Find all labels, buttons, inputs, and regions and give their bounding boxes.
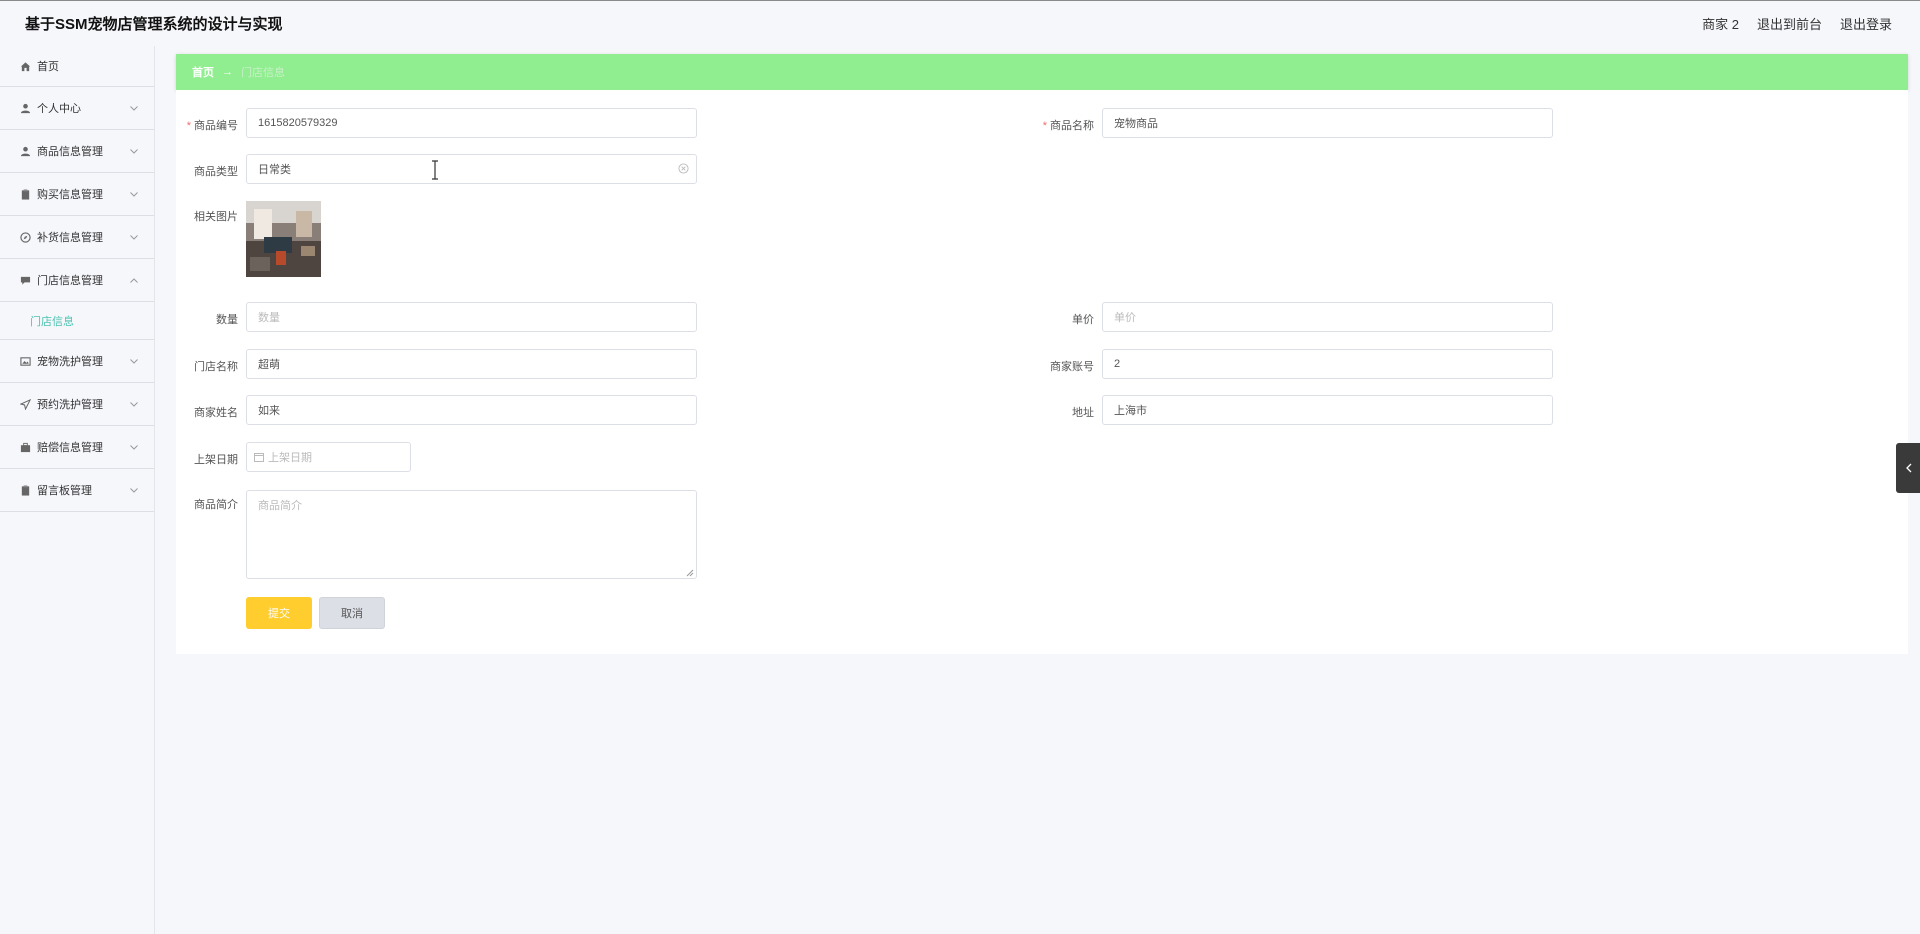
clipboard-icon xyxy=(19,484,31,496)
product-type-select[interactable]: 日常类 xyxy=(246,154,697,184)
chevron-down-icon xyxy=(129,147,138,156)
text-cursor-icon xyxy=(430,160,440,180)
breadcrumb-home[interactable]: 首页 xyxy=(192,64,214,80)
sidebar-item-profile[interactable]: 个人中心 xyxy=(0,87,154,130)
sidebar: 首页 个人中心 商品信息管理 购买信息管理 补货信息管理 门店信息管理 门店信息… xyxy=(0,46,155,934)
product-no-label-text: 商品编号 xyxy=(194,120,238,132)
cancel-button[interactable]: 取消 xyxy=(319,597,385,629)
store-name-label: 门店名称 xyxy=(194,361,238,373)
sidebar-item-label: 留言板管理 xyxy=(37,485,92,497)
sidebar-item-label: 门店信息管理 xyxy=(37,275,103,287)
sidebar-item-label: 首页 xyxy=(37,61,59,73)
product-name-input[interactable]: 宠物商品 xyxy=(1102,108,1553,138)
current-user[interactable]: 商家 2 xyxy=(1702,14,1739,33)
chevron-down-icon xyxy=(129,190,138,199)
submenu-store-info[interactable]: 门店信息 xyxy=(0,302,154,340)
sidebar-item-messages[interactable]: 留言板管理 xyxy=(0,469,154,512)
address-input[interactable]: 上海市 xyxy=(1102,395,1553,425)
user-icon xyxy=(19,145,31,157)
listing-date-placeholder: 上架日期 xyxy=(268,452,312,464)
product-photo[interactable] xyxy=(246,201,321,277)
logout-link[interactable]: 退出登录 xyxy=(1840,14,1892,33)
user-icon xyxy=(19,102,31,114)
calendar-icon xyxy=(254,452,264,462)
product-type-value: 日常类 xyxy=(258,164,291,176)
chevron-down-icon xyxy=(129,443,138,452)
product-no-input[interactable]: 1615820579329 xyxy=(246,108,697,138)
sidebar-item-compensation[interactable]: 赔偿信息管理 xyxy=(0,426,154,469)
resize-grip-icon[interactable] xyxy=(686,568,694,577)
app-title: 基于SSM宠物店管理系统的设计与实现 xyxy=(25,16,283,33)
chevron-down-icon xyxy=(129,400,138,409)
sidebar-item-stores[interactable]: 门店信息管理 xyxy=(0,259,154,302)
compass-icon xyxy=(19,231,31,243)
listing-date-picker[interactable]: 上架日期 xyxy=(246,442,411,472)
listing-date-label: 上架日期 xyxy=(194,454,238,466)
top-header: 基于SSM宠物店管理系统的设计与实现 商家 2 退出到前台 退出登录 xyxy=(0,0,1920,46)
merchant-name-label: 商家姓名 xyxy=(194,407,238,419)
product-type-label: 商品类型 xyxy=(194,166,238,178)
required-mark: * xyxy=(186,120,191,132)
sidebar-item-label: 宠物洗护管理 xyxy=(37,356,103,368)
sidebar-item-label: 赔偿信息管理 xyxy=(37,442,103,454)
store-name-input[interactable]: 超萌 xyxy=(246,349,697,379)
sidebar-item-label: 补货信息管理 xyxy=(37,232,103,244)
intro-placeholder: 商品简介 xyxy=(258,500,302,512)
merchant-account-input[interactable]: 2 xyxy=(1102,349,1553,379)
clear-icon[interactable] xyxy=(678,163,689,174)
breadcrumb-current: 门店信息 xyxy=(241,67,285,79)
sidebar-item-label: 个人中心 xyxy=(37,103,81,115)
exit-to-front-link[interactable]: 退出到前台 xyxy=(1757,14,1822,33)
sidebar-item-purchases[interactable]: 购买信息管理 xyxy=(0,173,154,216)
sidebar-item-restock[interactable]: 补货信息管理 xyxy=(0,216,154,259)
side-panel-toggle[interactable] xyxy=(1896,443,1920,493)
chat-icon xyxy=(19,274,31,286)
photo-label: 相关图片 xyxy=(194,211,238,223)
briefcase-icon xyxy=(19,441,31,453)
sidebar-item-home[interactable]: 首页 xyxy=(0,46,154,87)
required-mark: * xyxy=(1042,120,1047,132)
chevron-down-icon xyxy=(129,486,138,495)
unit-price-label: 单价 xyxy=(1072,314,1094,326)
send-icon xyxy=(19,398,31,410)
unit-price-input[interactable]: 单价 xyxy=(1102,302,1553,332)
breadcrumb: 首页 → 门店信息 xyxy=(176,54,1908,90)
chevron-left-icon xyxy=(1905,463,1912,473)
submit-button[interactable]: 提交 xyxy=(246,597,312,629)
sidebar-item-appointments[interactable]: 预约洗护管理 xyxy=(0,383,154,426)
intro-label: 商品简介 xyxy=(194,499,238,511)
merchant-name-input[interactable]: 如来 xyxy=(246,395,697,425)
sidebar-item-label: 预约洗护管理 xyxy=(37,399,103,411)
sidebar-item-pet-care[interactable]: 宠物洗护管理 xyxy=(0,340,154,383)
chevron-down-icon xyxy=(129,104,138,113)
product-name-label-text: 商品名称 xyxy=(1050,120,1094,132)
chevron-down-icon xyxy=(129,233,138,242)
chevron-up-icon xyxy=(129,276,138,285)
home-icon xyxy=(19,60,31,72)
chevron-down-icon xyxy=(129,357,138,366)
intro-textarea[interactable]: 商品简介 xyxy=(246,490,697,579)
header-actions: 商家 2 退出到前台 退出登录 xyxy=(1702,14,1892,33)
breadcrumb-separator: → xyxy=(222,66,233,78)
sidebar-item-label: 购买信息管理 xyxy=(37,189,103,201)
product-name-label: * 商品名称 xyxy=(1004,117,1094,133)
address-label: 地址 xyxy=(1072,407,1094,419)
sidebar-item-products[interactable]: 商品信息管理 xyxy=(0,130,154,173)
sidebar-item-label: 商品信息管理 xyxy=(37,146,103,158)
merchant-account-label: 商家账号 xyxy=(1050,361,1094,373)
product-no-label: * 商品编号 xyxy=(148,117,238,133)
clipboard-icon xyxy=(19,188,31,200)
quantity-label: 数量 xyxy=(216,314,238,326)
quantity-input[interactable]: 数量 xyxy=(246,302,697,332)
image-icon xyxy=(19,355,31,367)
